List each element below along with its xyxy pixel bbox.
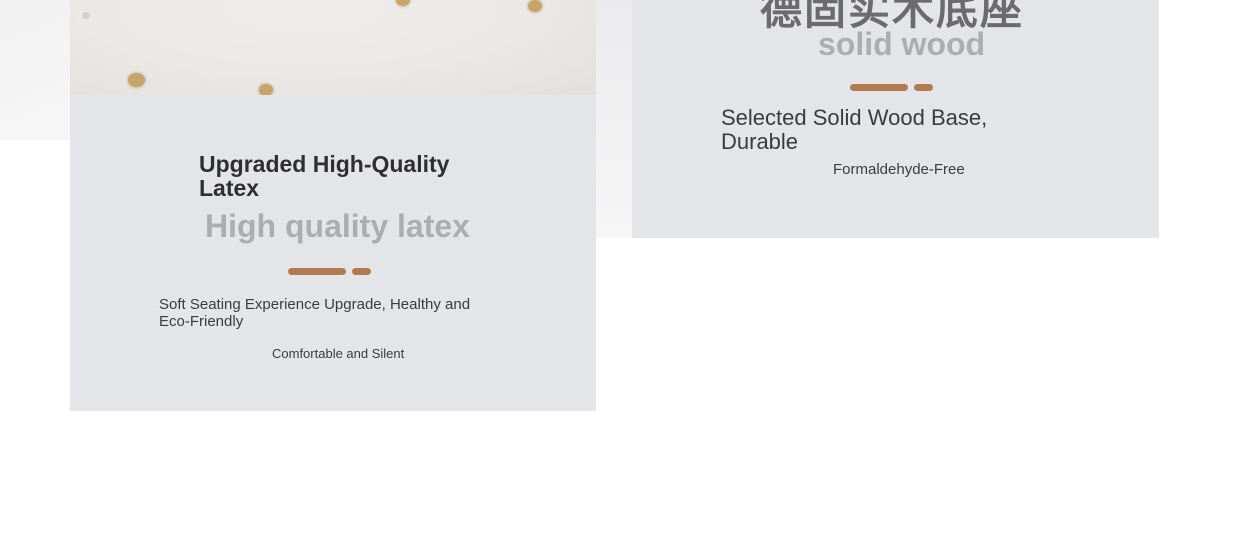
background-decoration-strip — [596, 0, 636, 238]
wood-subtitle: Selected Solid Wood Base, Durable — [721, 105, 988, 154]
latex-title: Upgraded High-Quality Latex — [199, 151, 450, 202]
latex-subtitle: Soft Seating Experience Upgrade, Healthy… — [159, 296, 471, 330]
accent-bar-short — [914, 84, 933, 91]
latex-foam-image — [70, 0, 596, 95]
latex-pinhole — [396, 0, 410, 6]
accent-bar-long — [288, 268, 346, 275]
accent-bar-short — [352, 268, 371, 275]
latex-pinhole — [528, 0, 542, 12]
accent-divider — [288, 268, 372, 275]
accent-bar-long — [850, 84, 908, 91]
wood-ghost-heading: solid wood — [818, 26, 986, 62]
wood-note: Formaldehyde-Free — [833, 161, 965, 178]
latex-ghost-heading: High quality latex — [205, 208, 470, 244]
latex-pinhole — [82, 12, 90, 19]
wood-feature-card: 德固实木底座 solid wood Selected Solid Wood Ba… — [632, 0, 1159, 238]
product-feature-page: Upgraded High-Quality Latex High quality… — [0, 0, 1240, 538]
latex-pinhole — [128, 73, 145, 87]
latex-note: Comfortable and Silent — [272, 346, 405, 361]
latex-pinhole — [259, 84, 273, 95]
accent-divider — [850, 84, 934, 91]
latex-feature-card: Upgraded High-Quality Latex High quality… — [70, 0, 596, 411]
